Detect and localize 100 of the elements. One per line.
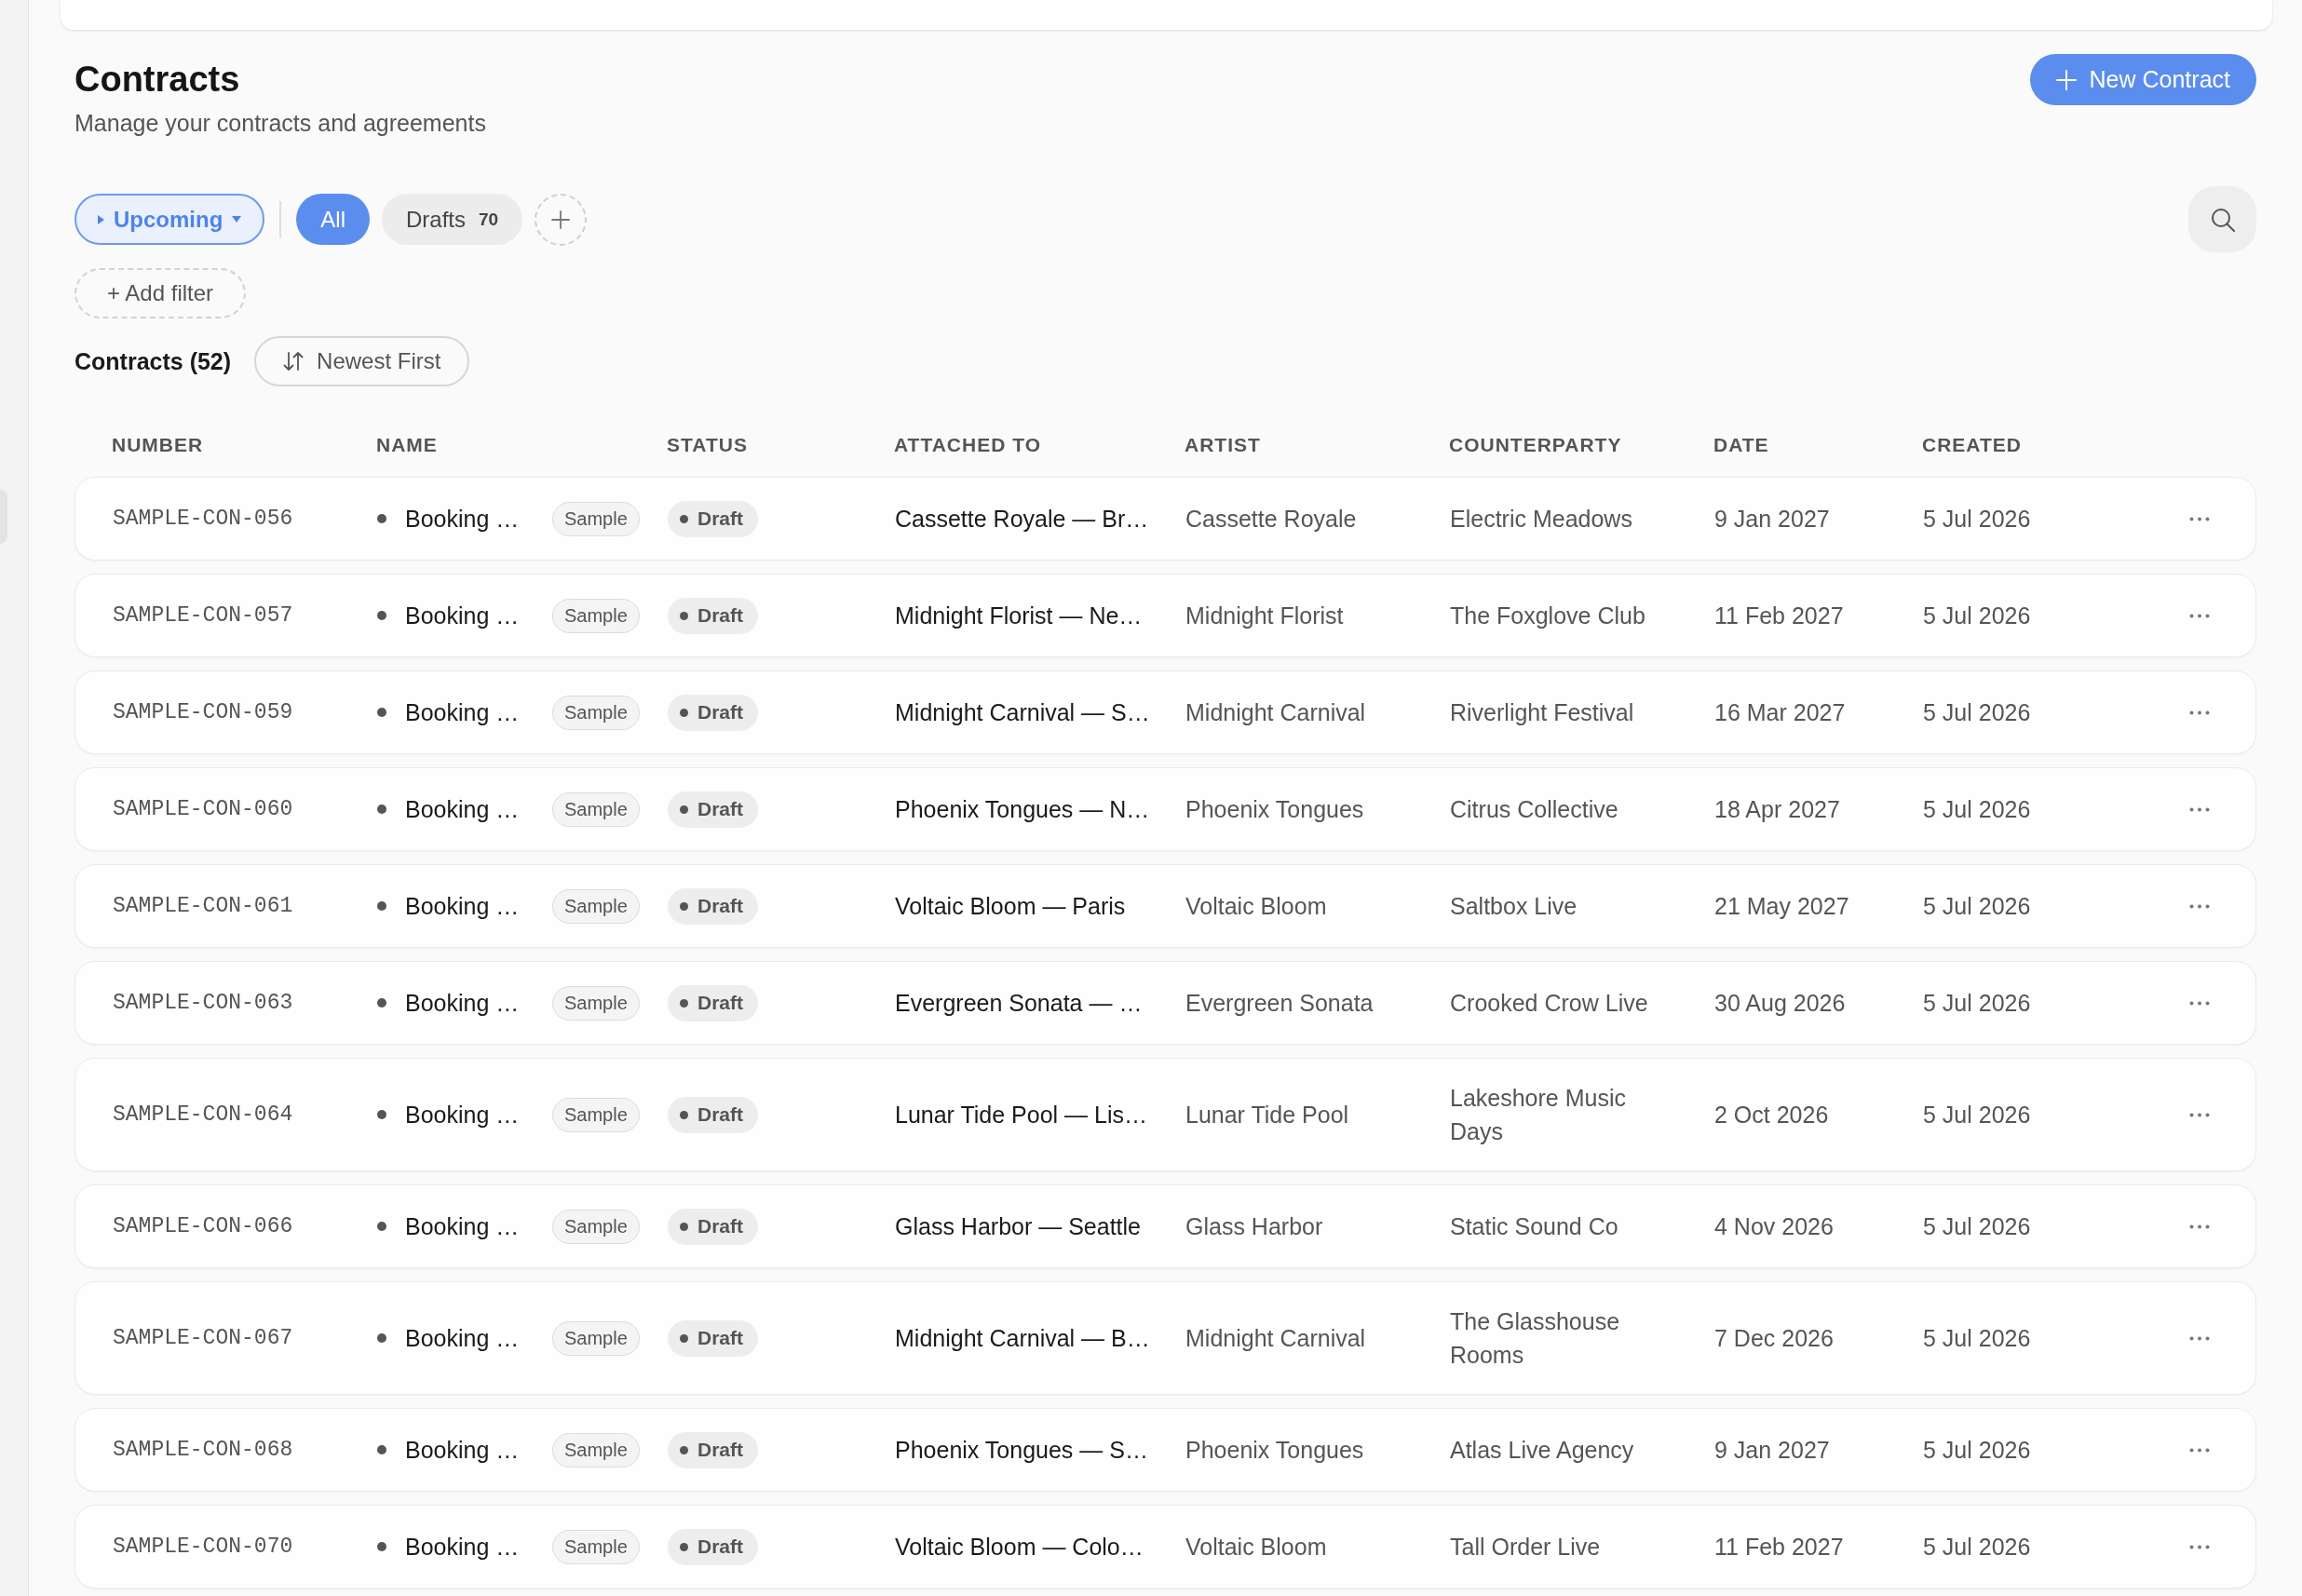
dot-icon xyxy=(680,998,688,1008)
artist-name: Midnight Carnival xyxy=(1185,698,1366,727)
attached-to-text: Midnight Carnival — S… xyxy=(895,698,1150,727)
dot-icon xyxy=(377,805,386,814)
sample-tag: Sample xyxy=(552,1209,640,1244)
ellipsis-icon xyxy=(2189,1447,2210,1453)
attached-to-text: Evergreen Sonata — … xyxy=(895,989,1143,1018)
artist-name: Evergreen Sonata xyxy=(1185,989,1374,1018)
column-header: ARTIST xyxy=(1185,433,1261,457)
ellipsis-icon xyxy=(2189,516,2210,521)
created-date: 5 Jul 2026 xyxy=(1923,1101,2031,1129)
dot-icon xyxy=(377,998,386,1008)
dot-icon xyxy=(680,901,688,911)
status-label: Draft xyxy=(697,604,743,627)
status-label: Draft xyxy=(697,1535,743,1558)
contract-name: Booking … xyxy=(405,1436,521,1465)
dot-icon xyxy=(680,1110,688,1119)
contract-row[interactable]: SAMPLE-CON-059 Booking … Sample Draft Midnight Carnival — S… Midnight Carnival Riverlight Festival 16 Mar 2027 5 Jul 2026 xyxy=(74,670,2256,754)
counterparty-name: The Glasshouse Rooms xyxy=(1450,1307,1621,1370)
contract-name: Booking … xyxy=(405,698,521,727)
contract-number: SAMPLE-CON-064 xyxy=(113,1102,293,1129)
contract-row[interactable]: SAMPLE-CON-061 Booking … Sample Draft Voltaic Bloom — Paris Voltaic Bloom Saltbox Live 21 May 2027 5 Jul 2026 xyxy=(74,864,2256,948)
counterparty-name: Electric Meadows xyxy=(1450,505,1632,534)
contract-row[interactable]: SAMPLE-CON-060 Booking … Sample Draft Phoenix Tongues — N… Phoenix Tongues Citrus Collective 18 Apr 2027 5 Jul 2026 xyxy=(74,767,2256,851)
ellipsis-icon xyxy=(2189,1112,2210,1117)
contract-row[interactable]: SAMPLE-CON-067 Booking … Sample Draft Midnight Carnival — B… Midnight Carnival The Glasshouse Rooms 7 Dec 2026 5 Jul 2026 xyxy=(74,1281,2256,1395)
ellipsis-icon xyxy=(2189,710,2210,715)
date-text: 18 Apr 2027 xyxy=(1714,795,1840,824)
status-label: Draft xyxy=(697,507,743,530)
dot-icon xyxy=(377,901,386,911)
dot-icon xyxy=(377,1222,386,1231)
counterparty-name: Lakeshore Music Days xyxy=(1450,1084,1627,1146)
status-label: Draft xyxy=(697,895,743,917)
filter-tab[interactable]: Drafts 70 xyxy=(382,194,523,245)
ellipsis-icon xyxy=(2189,1000,2210,1006)
contract-number: SAMPLE-CON-061 xyxy=(113,893,293,920)
dot-icon xyxy=(377,514,386,523)
status-label: Draft xyxy=(697,701,743,724)
artist-name: Midnight Florist xyxy=(1185,602,1344,630)
contract-number: SAMPLE-CON-056 xyxy=(113,506,293,533)
dot-icon xyxy=(680,1333,688,1343)
contract-number: SAMPLE-CON-063 xyxy=(113,990,293,1017)
caret-down-icon xyxy=(232,216,242,223)
contract-name: Booking … xyxy=(405,892,521,921)
column-header: DATE xyxy=(1713,433,1769,457)
created-date: 5 Jul 2026 xyxy=(1923,1212,2031,1241)
add-filter-button[interactable]: + Add filter xyxy=(74,268,247,318)
created-date: 5 Jul 2026 xyxy=(1923,1324,2031,1353)
sample-tag: Sample xyxy=(552,1529,640,1564)
attached-to-text: Glass Harbor — Seattle xyxy=(895,1212,1141,1241)
counterparty-name: The Foxglove Club xyxy=(1450,602,1645,630)
counterparty-name: Atlas Live Agency xyxy=(1450,1436,1634,1465)
sample-tag: Sample xyxy=(552,501,640,536)
date-text: 30 Aug 2026 xyxy=(1714,989,1846,1018)
date-text: 16 Mar 2027 xyxy=(1714,698,1846,727)
contract-name: Booking … xyxy=(405,602,521,630)
contract-name: Booking … xyxy=(405,1212,521,1241)
status-label: Draft xyxy=(697,798,743,820)
contract-number: SAMPLE-CON-067 xyxy=(113,1325,293,1352)
attached-to-text: Voltaic Bloom — Colo… xyxy=(895,1533,1144,1562)
contract-number: SAMPLE-CON-066 xyxy=(113,1213,293,1240)
dot-icon xyxy=(680,611,688,620)
dot-icon xyxy=(377,1110,386,1119)
attached-to-text: Phoenix Tongues — N… xyxy=(895,795,1150,824)
sample-tag: Sample xyxy=(552,1097,640,1132)
date-text: 9 Jan 2027 xyxy=(1714,1436,1830,1465)
contract-row[interactable]: SAMPLE-CON-056 Booking … Sample Draft Cassette Royale — Br… Cassette Royale Electric Meadows 9 Jan 2027 5 Jul 2026 xyxy=(74,477,2256,561)
created-date: 5 Jul 2026 xyxy=(1923,989,2031,1018)
created-date: 5 Jul 2026 xyxy=(1923,602,2031,630)
contract-name: Booking … xyxy=(405,1324,521,1353)
search-button[interactable] xyxy=(2188,186,2256,252)
sort-icon xyxy=(283,352,305,371)
dot-icon xyxy=(377,611,386,620)
dot-icon xyxy=(680,514,688,523)
counterparty-name: Citrus Collective xyxy=(1450,795,1618,824)
sample-tag: Sample xyxy=(552,791,640,827)
created-date: 5 Jul 2026 xyxy=(1923,698,2031,727)
status-label: Draft xyxy=(697,1439,743,1461)
contract-number: SAMPLE-CON-060 xyxy=(113,796,293,823)
attached-to-text: Midnight Florist — Ne… xyxy=(895,602,1143,630)
counterparty-name: Static Sound Co xyxy=(1450,1212,1618,1241)
status-label: Draft xyxy=(697,992,743,1014)
artist-name: Phoenix Tongues xyxy=(1185,795,1364,824)
counterparty-name: Riverlight Festival xyxy=(1450,698,1634,727)
column-header: NAME xyxy=(376,433,438,457)
contract-row[interactable]: SAMPLE-CON-063 Booking … Sample Draft Evergreen Sonata — … Evergreen Sonata Crooked Crow Live 30 Aug 2026 5 Jul 2026 xyxy=(74,961,2256,1045)
dot-icon xyxy=(680,708,688,717)
contract-row[interactable]: SAMPLE-CON-066 Booking … Sample Draft Glass Harbor — Seattle Glass Harbor Static Sound Co 4 Nov 2026 5 Jul 2026 xyxy=(74,1184,2256,1268)
created-date: 5 Jul 2026 xyxy=(1923,1533,2031,1562)
contract-name: Booking … xyxy=(405,989,521,1018)
attached-to-text: Voltaic Bloom — Paris xyxy=(895,892,1126,921)
sort-button[interactable]: Newest First xyxy=(254,336,470,386)
contract-number: SAMPLE-CON-068 xyxy=(113,1437,293,1464)
contract-row[interactable]: SAMPLE-CON-068 Booking … Sample Draft Phoenix Tongues — S… Phoenix Tongues Atlas Live Agency 9 Jan 2027 5 Jul 2026 xyxy=(74,1408,2256,1492)
contract-row[interactable]: SAMPLE-CON-070 Booking … Sample Draft Voltaic Bloom — Colo… Voltaic Bloom Tall Order Live 11 Feb 2027 5 Jul 2026 xyxy=(74,1505,2256,1589)
sample-tag: Sample xyxy=(552,695,640,730)
ellipsis-icon xyxy=(2189,1335,2210,1341)
add-tab-button[interactable] xyxy=(535,193,588,246)
contract-row[interactable]: SAMPLE-CON-064 Booking … Sample Draft Lunar Tide Pool — Lis… Lunar Tide Pool Lakeshore Music Days 2 Oct 2026 5 Jul 2026 xyxy=(74,1058,2256,1171)
contract-row[interactable]: SAMPLE-CON-057 Booking … Sample Draft Midnight Florist — Ne… Midnight Florist The Foxglove Club 11 Feb 2027 5 Jul 2026 xyxy=(74,574,2256,657)
